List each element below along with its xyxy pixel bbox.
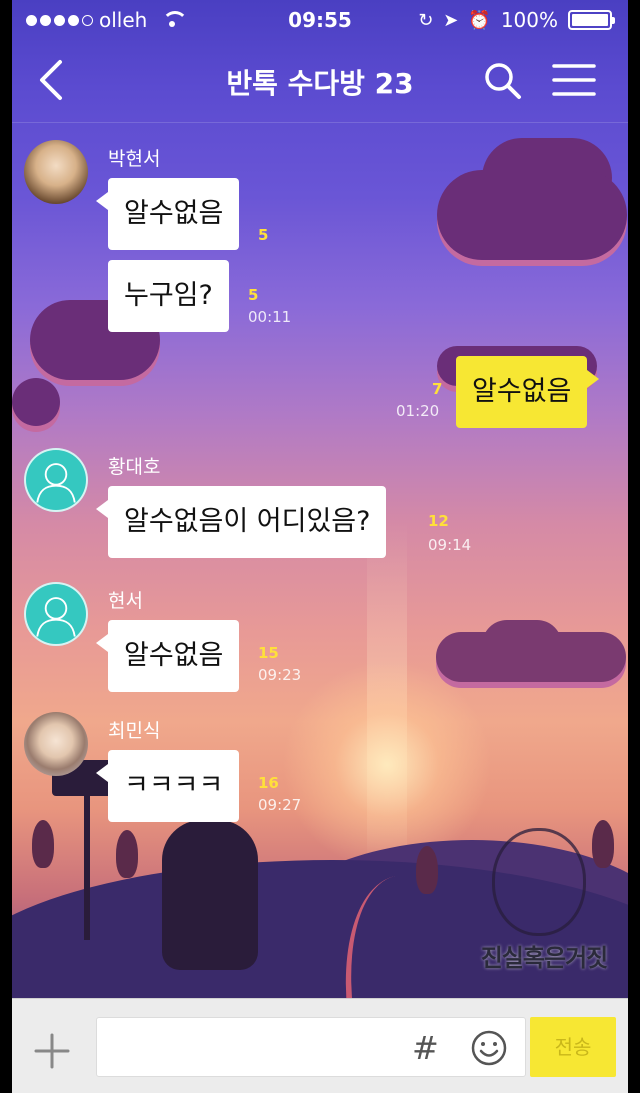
rotation-lock-icon: ↻ [418,9,434,31]
tree [32,820,54,868]
message-time: 09:23 [258,666,302,684]
cloud [12,378,60,426]
sender-name: 박현서 [108,148,161,170]
person-icon [36,463,76,503]
tree [416,846,438,894]
unread-count: 5 [248,286,259,304]
message-bubble[interactable]: 누구임? [108,260,229,332]
person-icon [36,597,76,637]
avatar[interactable] [24,712,88,776]
watermark-text: 진실혹은거짓 [480,944,608,972]
chat-screen: olleh 09:55 ↻ ➤ ⏰ 100% 반톡 수다방 23 박현서 알수없 [12,0,628,1093]
header-divider [12,122,628,123]
sender-name: 황대호 [108,456,161,478]
status-bar: olleh 09:55 ↻ ➤ ⏰ 100% [12,0,628,40]
menu-icon[interactable] [552,62,596,98]
location-icon: ➤ [443,9,459,31]
avatar-default[interactable] [24,582,88,646]
unread-count: 15 [258,644,279,662]
search-icon[interactable] [482,60,522,100]
unread-count: 12 [428,512,449,530]
character-figure [162,820,258,970]
sender-name: 현서 [108,590,143,612]
input-bar: # 전송 [12,998,628,1093]
unread-count: 5 [258,226,269,244]
status-right: ↻ ➤ ⏰ 100% [418,8,615,32]
my-message-bubble[interactable]: 알수없음 [456,356,600,428]
battery-icon [568,10,615,30]
cloud [436,632,626,682]
cloud [437,170,627,260]
message-bubble[interactable]: 알수없음이 어디있음? [95,486,387,558]
message-bubble[interactable]: 알수없음 [95,178,240,250]
message-time: 09:27 [258,796,302,814]
sun [282,660,492,870]
hashtag-icon[interactable]: # [412,1029,439,1067]
plus-icon[interactable] [32,1031,72,1071]
signpost [84,780,90,940]
battery-percent: 100% [500,8,558,32]
avatar-default[interactable] [24,448,88,512]
message-time: 00:11 [248,308,292,326]
message-input[interactable] [96,1017,526,1077]
emoticon-icon[interactable] [470,1029,508,1067]
message-time: 01:20 [396,402,440,420]
sender-name: 최민식 [108,720,161,742]
avatar[interactable] [24,140,88,204]
message-bubble[interactable]: ㅋㅋㅋㅋ [95,750,240,822]
unread-count: 7 [432,380,443,398]
send-button[interactable]: 전송 [530,1017,616,1077]
chat-title: 반톡 수다방 23 [226,67,414,100]
tree [116,830,138,878]
watermark: 진실혹은거짓 [464,828,624,978]
message-time: 09:14 [428,536,472,554]
watermark-face-icon [492,828,586,936]
chat-header: 반톡 수다방 23 [12,40,628,122]
alarm-icon: ⏰ [468,9,491,31]
message-bubble[interactable]: 알수없음 [95,620,240,692]
unread-count: 16 [258,774,279,792]
